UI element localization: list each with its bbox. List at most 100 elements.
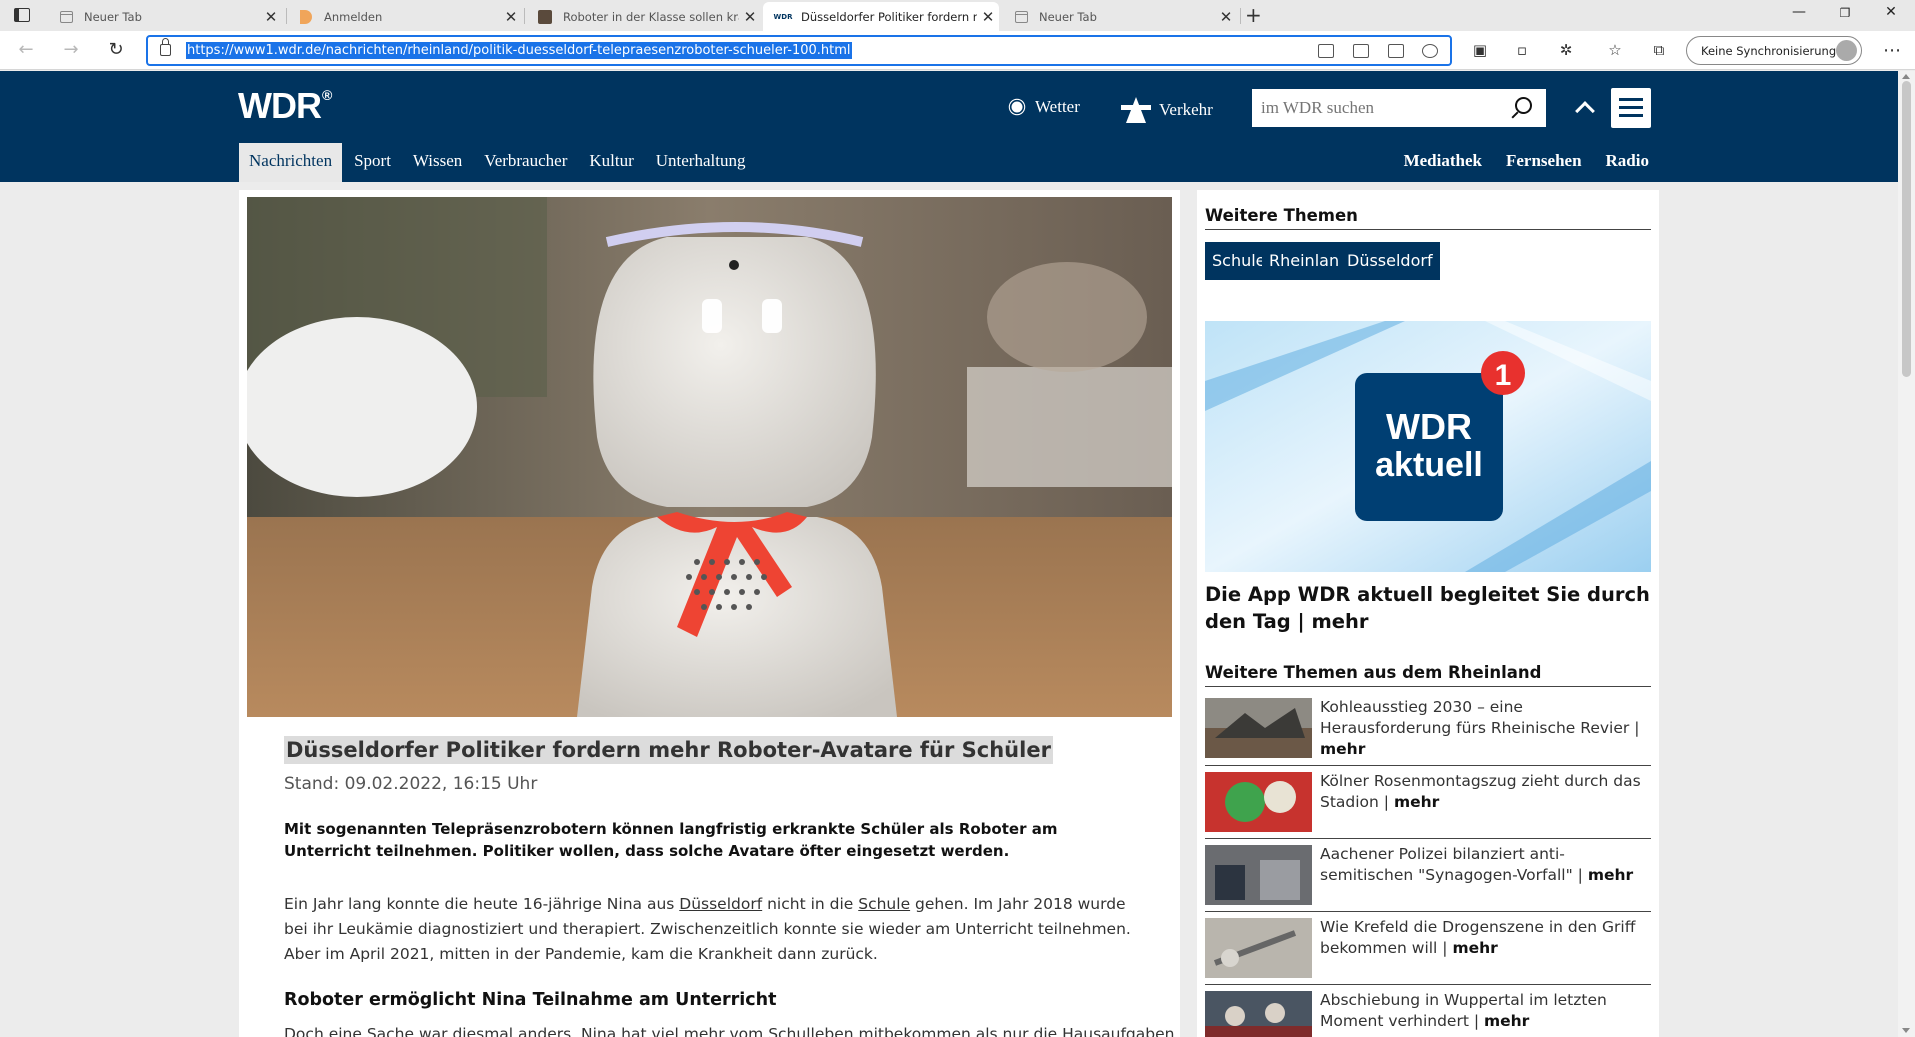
page-icon: [58, 9, 74, 25]
scrollbar[interactable]: [1898, 71, 1915, 1037]
tab-title: Anmelden: [324, 9, 383, 24]
teaser-text: Kölner Rosenmontagszug zieht durch das S…: [1320, 772, 1641, 811]
search-icon[interactable]: [1515, 97, 1532, 114]
nav-item-fernsehen[interactable]: Fernsehen: [1506, 151, 1582, 171]
article-paragraph: Ein Jahr lang konnte die heute 16-jährig…: [284, 895, 1131, 963]
tab-3[interactable]: Roboter in der Klasse sollen kran ✕: [525, 2, 761, 31]
tab-title: Neuer Tab: [84, 9, 142, 24]
favorites-icon[interactable]: ☆: [1606, 41, 1624, 59]
teaser-text: Kohleausstieg 2030 – eine Herausforderun…: [1320, 698, 1640, 758]
teaser-text: Wie Krefeld die Drogenszene in den Griff…: [1320, 918, 1636, 957]
nav-item-sport[interactable]: Sport: [344, 143, 401, 182]
tab-title: Neuer Tab: [1039, 9, 1097, 24]
collections-icon[interactable]: ⧉: [1650, 41, 1668, 59]
nav-item-wissen[interactable]: Wissen: [403, 143, 472, 182]
close-icon[interactable]: ✕: [500, 8, 522, 26]
hero-image: [247, 197, 1172, 717]
minimize-button[interactable]: —: [1776, 4, 1822, 20]
chevron-up-icon[interactable]: [1575, 101, 1595, 121]
list-item[interactable]: Wie Krefeld die Drogenszene in den Griff…: [1205, 911, 1651, 984]
article-subheading: Roboter ermöglicht Nina Teilnahme am Unt…: [284, 990, 777, 1010]
read-aloud-icon[interactable]: [1388, 44, 1404, 58]
traffic-label: Verkehr: [1159, 100, 1213, 119]
link-duesseldorf[interactable]: Düsseldorf: [679, 895, 762, 913]
tab-actions-icon[interactable]: [14, 8, 30, 22]
traffic-link[interactable]: Verkehr: [1121, 97, 1213, 123]
site-icon: [537, 9, 553, 25]
close-icon[interactable]: ✕: [1215, 8, 1237, 26]
nav-item-mediathek[interactable]: Mediathek: [1404, 151, 1482, 171]
article-title: Düsseldorfer Politiker fordern mehr Robo…: [284, 736, 1053, 764]
qr-code-icon[interactable]: [1353, 44, 1369, 58]
wdr-logo[interactable]: WDR®: [238, 85, 332, 127]
main-nav: Nachrichten Sport Wissen Verbraucher Kul…: [239, 143, 757, 182]
close-icon[interactable]: ✕: [977, 8, 999, 26]
wdr-app-promo: WDR aktuell 1: [1205, 321, 1651, 572]
close-window-button[interactable]: ✕: [1868, 4, 1914, 20]
teaser-text: Aachener Polizei bilanziert anti-semitis…: [1320, 845, 1634, 884]
teaser-thumbnail: [1205, 698, 1312, 758]
add-favorite-icon[interactable]: [1422, 44, 1438, 58]
forward-icon[interactable]: →: [59, 38, 83, 62]
reader-mode-icon[interactable]: [1318, 44, 1334, 58]
wdr-icon: WDR: [773, 12, 793, 21]
tab-title: Düsseldorfer Politiker fordern m: [801, 9, 977, 24]
weather-label: Wetter: [1035, 97, 1080, 116]
nav-item-verbraucher[interactable]: Verbraucher: [474, 143, 577, 182]
restore-button[interactable]: ❐: [1822, 6, 1868, 20]
puzzle-icon[interactable]: ✲: [1557, 41, 1575, 59]
list-item[interactable]: Aachener Polizei bilanziert anti-semitis…: [1205, 838, 1651, 911]
nav-item-kultur[interactable]: Kultur: [579, 143, 643, 182]
nav-item-radio[interactable]: Radio: [1606, 151, 1649, 171]
weather-link[interactable]: Wetter: [1007, 97, 1080, 117]
sync-button[interactable]: Keine Synchronisierung: [1686, 36, 1862, 65]
close-icon[interactable]: ✕: [260, 8, 282, 26]
search-box: [1252, 89, 1546, 127]
teaser-thumbnail: [1205, 991, 1312, 1037]
nav-item-unterhaltung[interactable]: Unterhaltung: [646, 143, 756, 182]
site-header: WDR® Wetter Verkehr Nachrichten Sport Wi…: [0, 71, 1898, 182]
menu-button[interactable]: [1611, 88, 1651, 128]
url-text[interactable]: https://www1.wdr.de/nachrichten/rheinlan…: [186, 42, 852, 59]
search-input[interactable]: [1252, 89, 1492, 127]
teaser-thumbnail: [1205, 772, 1312, 832]
list-item[interactable]: Abschiebung in Wuppertal im letzten Mome…: [1205, 984, 1651, 1037]
promo-image[interactable]: WDR aktuell 1: [1205, 321, 1651, 572]
tab-4-active[interactable]: WDR Düsseldorfer Politiker fordern m ✕: [763, 2, 999, 31]
tab-2[interactable]: Anmelden ✕: [286, 2, 522, 31]
new-tab-button[interactable]: +: [1245, 3, 1262, 27]
svg-text:aktuell: aktuell: [1375, 446, 1483, 484]
list-item[interactable]: Kölner Rosenmontagszug zieht durch das S…: [1205, 765, 1651, 838]
close-icon[interactable]: ✕: [739, 8, 761, 26]
orange-icon: [298, 9, 314, 25]
link-schule[interactable]: Schule: [858, 895, 910, 913]
lock-icon[interactable]: [160, 38, 171, 56]
article: Düsseldorfer Politiker fordern mehr Robo…: [239, 190, 1180, 1037]
list-item[interactable]: Kohleausstieg 2030 – eine Herausforderun…: [1205, 692, 1651, 765]
scroll-thumb[interactable]: [1902, 81, 1911, 377]
teaser-text: Abschiebung in Wuppertal im letzten Mome…: [1320, 991, 1607, 1030]
article-paragraph-2: Doch eine Sache war diesmal anders. Nina…: [284, 1025, 1180, 1037]
blank-extension-icon[interactable]: ▫: [1513, 41, 1531, 59]
extension-icon[interactable]: ▣: [1471, 41, 1489, 59]
tab-title: Roboter in der Klasse sollen kran: [563, 9, 739, 24]
url-input[interactable]: https://www1.wdr.de/nachrichten/rheinlan…: [146, 35, 1452, 66]
tab-1[interactable]: Neuer Tab ✕: [46, 2, 282, 31]
sun-icon: [1011, 101, 1023, 113]
teaser-thumbnail: [1205, 918, 1312, 978]
article-date: Stand: 09.02.2022, 16:15 Uhr: [284, 774, 538, 794]
robot-photo: [247, 197, 1172, 717]
more-topics-heading: Weitere Themen aus dem Rheinland: [1205, 663, 1651, 687]
tab-bar: Neuer Tab ✕ Anmelden ✕ Roboter in der Kl…: [0, 0, 1915, 31]
nav-item-nachrichten[interactable]: Nachrichten: [239, 143, 343, 182]
sync-label: Keine Synchronisierung: [1701, 43, 1837, 58]
tag-duesseldorf[interactable]: Düsseldorf: [1340, 242, 1440, 280]
article-teaser: Mit sogenannten Telepräsenzrobotern könn…: [284, 820, 1058, 860]
more-icon[interactable]: ⋯: [1883, 40, 1901, 61]
avatar: [1836, 40, 1857, 61]
back-icon[interactable]: ←: [14, 38, 38, 62]
refresh-icon[interactable]: ↻: [104, 38, 128, 62]
web-page: WDR® Wetter Verkehr Nachrichten Sport Wi…: [0, 71, 1898, 1037]
promo-title[interactable]: Die App WDR aktuell begleitet Sie durch …: [1205, 581, 1651, 635]
tab-5[interactable]: Neuer Tab ✕: [1001, 2, 1237, 31]
